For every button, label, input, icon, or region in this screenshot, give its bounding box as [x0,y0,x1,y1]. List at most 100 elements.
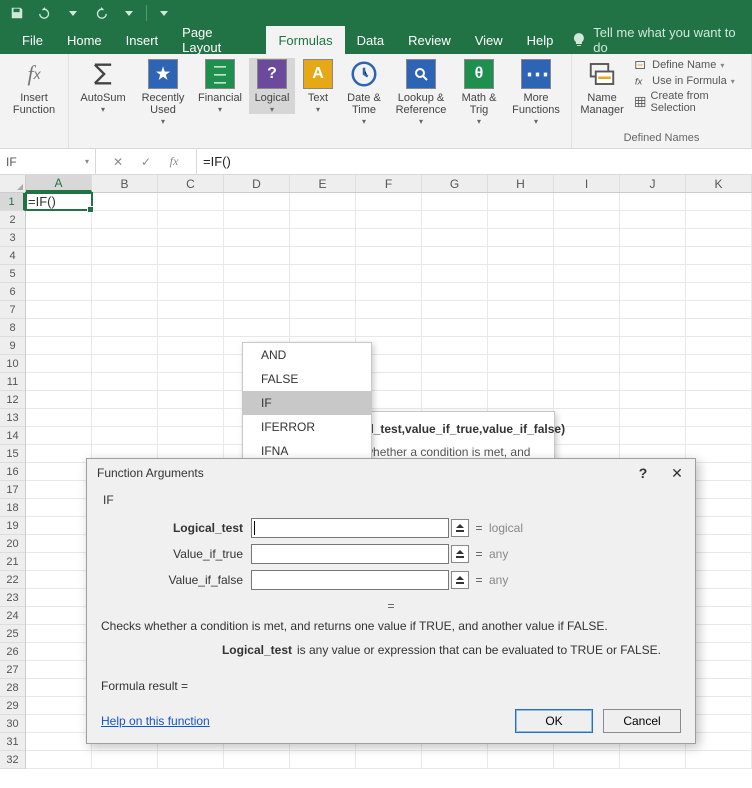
cell-F4[interactable] [356,247,422,264]
save-icon[interactable] [6,2,28,24]
row-header-6[interactable]: 6 [0,283,25,301]
cell-C13[interactable] [158,409,224,426]
cell-J2[interactable] [620,211,686,228]
row-header-9[interactable]: 9 [0,337,25,355]
cell-J11[interactable] [620,373,686,390]
cell-B9[interactable] [92,337,158,354]
menu-item-and[interactable]: AND [243,343,371,367]
cell-D6[interactable] [224,283,290,300]
formula-input[interactable]: =IF() [197,149,752,174]
redo-dropdown-icon[interactable] [118,2,140,24]
cell-G12[interactable] [422,391,488,408]
cell-C3[interactable] [158,229,224,246]
cell-B8[interactable] [92,319,158,336]
menu-item-if[interactable]: IF [243,391,371,415]
cell-J12[interactable] [620,391,686,408]
cell-D1[interactable] [224,193,290,210]
cell-K32[interactable] [686,751,752,768]
column-header-f[interactable]: F [356,175,422,192]
cell-H7[interactable] [488,301,554,318]
row-header-27[interactable]: 27 [0,661,25,679]
dialog-help-button[interactable]: ? [631,463,655,483]
row-header-25[interactable]: 25 [0,625,25,643]
cell-G8[interactable] [422,319,488,336]
column-header-j[interactable]: J [620,175,686,192]
cell-K13[interactable] [686,409,752,426]
undo-dropdown-icon[interactable] [62,2,84,24]
row-header-21[interactable]: 21 [0,553,25,571]
cell-C7[interactable] [158,301,224,318]
cell-K7[interactable] [686,301,752,318]
cell-I32[interactable] [554,751,620,768]
column-header-b[interactable]: B [92,175,158,192]
cell-F1[interactable] [356,193,422,210]
column-header-d[interactable]: D [224,175,290,192]
dialog-titlebar[interactable]: Function Arguments ? ✕ [87,459,695,487]
cell-G4[interactable] [422,247,488,264]
cell-E6[interactable] [290,283,356,300]
cancel-formula-button[interactable]: ✕ [110,155,126,169]
autosum-button[interactable]: AutoSum ▾ [75,58,131,114]
cell-G32[interactable] [422,751,488,768]
logical-button[interactable]: ? Logical ▾ [249,58,295,114]
use-in-formula-button[interactable]: fx Use in Formula ▾ [634,74,745,88]
cell-B4[interactable] [92,247,158,264]
cell-A19[interactable] [26,517,92,534]
cell-A20[interactable] [26,535,92,552]
cell-I1[interactable] [554,193,620,210]
row-header-22[interactable]: 22 [0,571,25,589]
cell-D2[interactable] [224,211,290,228]
cell-G2[interactable] [422,211,488,228]
row-header-28[interactable]: 28 [0,679,25,697]
cell-A12[interactable] [26,391,92,408]
cell-I4[interactable] [554,247,620,264]
cell-B5[interactable] [92,265,158,282]
cell-J5[interactable] [620,265,686,282]
cell-A15[interactable] [26,445,92,462]
cell-A1[interactable]: =IF() [26,193,92,210]
math-trig-button[interactable]: θ Math & Trig ▾ [455,58,503,126]
arg-input-value_if_false[interactable] [251,570,449,590]
cell-J4[interactable] [620,247,686,264]
column-header-k[interactable]: K [686,175,752,192]
cell-H10[interactable] [488,355,554,372]
cell-C10[interactable] [158,355,224,372]
cell-J9[interactable] [620,337,686,354]
cell-D5[interactable] [224,265,290,282]
cell-A27[interactable] [26,661,92,678]
cell-C6[interactable] [158,283,224,300]
cell-H1[interactable] [488,193,554,210]
row-header-26[interactable]: 26 [0,643,25,661]
cell-K14[interactable] [686,427,752,444]
tell-me[interactable]: Tell me what you want to do [571,26,752,54]
cell-B2[interactable] [92,211,158,228]
cell-D4[interactable] [224,247,290,264]
redo-icon[interactable] [90,2,112,24]
more-functions-button[interactable]: ⋯ More Functions ▾ [507,58,565,126]
cell-G1[interactable] [422,193,488,210]
cell-I8[interactable] [554,319,620,336]
cell-I2[interactable] [554,211,620,228]
cell-A14[interactable] [26,427,92,444]
cell-F8[interactable] [356,319,422,336]
cell-F2[interactable] [356,211,422,228]
cell-B11[interactable] [92,373,158,390]
select-all-button[interactable] [0,175,26,192]
cell-A17[interactable] [26,481,92,498]
cell-K1[interactable] [686,193,752,210]
cell-E3[interactable] [290,229,356,246]
cell-A8[interactable] [26,319,92,336]
row-header-13[interactable]: 13 [0,409,25,427]
define-name-button[interactable]: Define Name ▾ [634,58,745,72]
cell-F32[interactable] [356,751,422,768]
cell-B3[interactable] [92,229,158,246]
cell-C5[interactable] [158,265,224,282]
cell-G5[interactable] [422,265,488,282]
cell-B14[interactable] [92,427,158,444]
cell-G9[interactable] [422,337,488,354]
row-header-7[interactable]: 7 [0,301,25,319]
cell-J3[interactable] [620,229,686,246]
cell-C1[interactable] [158,193,224,210]
cell-K3[interactable] [686,229,752,246]
row-header-1[interactable]: 1 [0,193,25,211]
